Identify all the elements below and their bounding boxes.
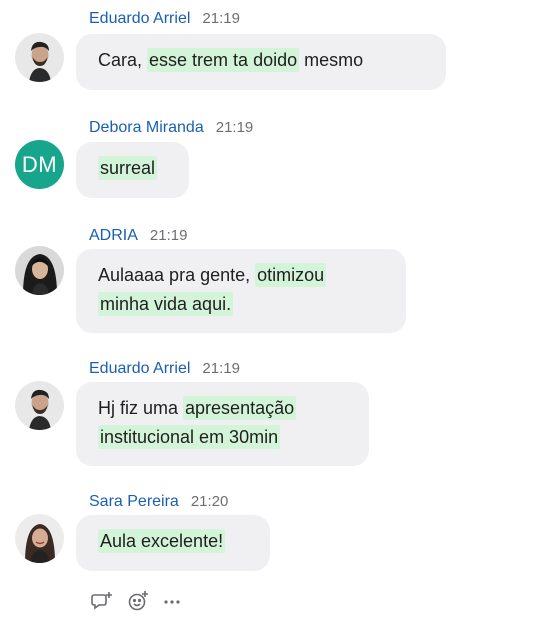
message-time: 21:20 <box>190 493 229 510</box>
message-header: Eduardo Arriel 21:19 <box>89 360 240 378</box>
avatar-initials: DM <box>21 151 58 177</box>
highlighted-text: apresentação <box>183 396 297 420</box>
message-time: 21:19 <box>202 10 240 27</box>
avatar[interactable] <box>15 381 64 430</box>
author-name[interactable]: Eduardo Arriel <box>89 10 190 27</box>
message-header: Sara Pereira 21:20 <box>89 493 228 511</box>
message-line: Hj fiz uma apresentação <box>98 394 349 423</box>
author-name[interactable]: Sara Pereira <box>89 493 179 510</box>
message-bubble[interactable]: Hj fiz uma apresentação institucional em… <box>76 382 369 466</box>
message-bubble[interactable]: Aulaaaa pra gente, otimizou minha vida a… <box>76 249 406 333</box>
avatar[interactable] <box>15 246 64 295</box>
message-header: ADRIA 21:19 <box>89 227 187 245</box>
highlighted-text: institucional em 30min <box>98 425 281 449</box>
message-line: Aula excelente! <box>98 527 250 556</box>
message-text: mesmo <box>299 50 364 70</box>
highlighted-text: surreal <box>98 156 158 180</box>
message-time: 21:19 <box>149 227 188 244</box>
highlighted-text: Aula excelente! <box>98 529 226 553</box>
message-header: Debora Miranda 21:19 <box>89 119 253 137</box>
avatar[interactable]: DM <box>15 140 64 189</box>
message-bubble[interactable]: Aula excelente! <box>76 515 270 571</box>
message-text: Cara, <box>98 50 148 70</box>
highlighted-text: esse trem ta doido <box>147 48 300 72</box>
more-options-icon[interactable] <box>163 590 181 612</box>
message-line: minha vida aqui. <box>98 290 386 319</box>
add-reaction-icon[interactable] <box>127 590 149 612</box>
author-name[interactable]: Debora Miranda <box>89 119 204 136</box>
message-header: Eduardo Arriel 21:19 <box>89 10 240 28</box>
message-bubble[interactable]: Cara, esse trem ta doido mesmo <box>76 34 446 90</box>
avatar[interactable] <box>15 33 64 82</box>
highlighted-text: minha vida aqui. <box>98 292 234 316</box>
author-name[interactable]: ADRIA <box>89 227 138 244</box>
message-bubble[interactable]: surreal <box>76 142 189 198</box>
message-line: Aulaaaa pra gente, otimizou <box>98 261 386 290</box>
message-text: Aulaaaa pra gente, <box>98 265 256 285</box>
highlighted-text: otimizou <box>255 263 327 287</box>
message-time: 21:19 <box>215 119 254 136</box>
message-line: institucional em 30min <box>98 423 349 452</box>
avatar[interactable] <box>15 514 64 563</box>
message-actions <box>91 590 181 612</box>
message-text: Hj fiz uma <box>98 398 184 418</box>
message-time: 21:19 <box>202 360 240 377</box>
author-name[interactable]: Eduardo Arriel <box>89 360 190 377</box>
reply-thread-icon[interactable] <box>91 590 113 612</box>
message-line: Cara, esse trem ta doido mesmo <box>98 46 426 75</box>
message-line: surreal <box>98 154 169 183</box>
